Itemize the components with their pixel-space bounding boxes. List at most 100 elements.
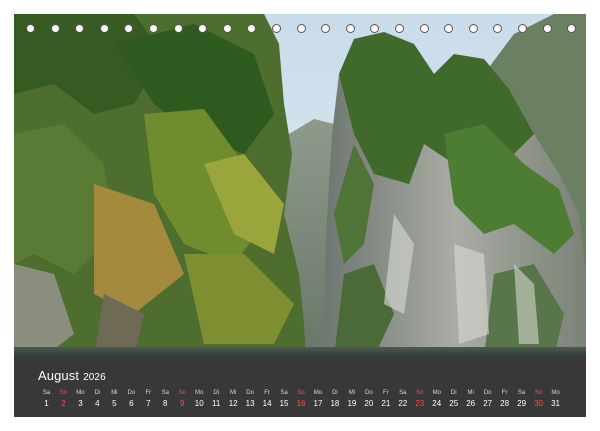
weekday-label: Do: [483, 390, 492, 396]
day-number: 13: [245, 399, 255, 408]
binding-ring: [198, 24, 208, 33]
calendar-day: Sa 29: [513, 389, 530, 410]
binding-ring: [75, 24, 85, 33]
day-number: 5: [112, 399, 117, 408]
calendar-day: Mi 26: [462, 389, 479, 410]
calendar-day: Di 4: [89, 389, 106, 410]
weekday-label: Fr: [501, 390, 508, 396]
calendar-day: Do 20: [360, 389, 377, 410]
weekday-label: Mo: [551, 390, 560, 396]
weekday-label: Fr: [145, 390, 152, 396]
day-number: 31: [551, 399, 560, 408]
day-number: 30: [534, 399, 544, 408]
day-number: 10: [194, 399, 204, 408]
weekday-label: Mi: [467, 390, 474, 396]
weekday-label: Di: [213, 390, 219, 396]
day-number: 22: [398, 399, 408, 408]
calendar-day: Mo 3: [72, 389, 89, 410]
weekday-label: Mi: [111, 390, 118, 396]
calendar-day: Mi 5: [106, 389, 123, 410]
binding-ring: [370, 24, 380, 33]
weekday-label: Do: [127, 390, 136, 396]
weekday-label: So: [178, 390, 186, 396]
binding-ring: [468, 24, 478, 33]
weekday-label: So: [59, 390, 68, 396]
weekday-label: Do: [246, 390, 254, 396]
calendar-day: Do 13: [242, 389, 259, 410]
calendar-day: Mo 17: [309, 389, 326, 410]
day-number: 6: [129, 399, 134, 408]
calendar-day: Sa 22: [394, 389, 411, 410]
day-number: 3: [78, 399, 83, 408]
binding-ring: [493, 24, 503, 33]
calendar-day: Mi 12: [225, 389, 242, 410]
binding-ring: [99, 24, 109, 33]
weekday-label: Do: [365, 390, 373, 396]
calendar-day: So 9: [174, 389, 191, 410]
day-number: 27: [483, 399, 493, 408]
calendar-day: Di 11: [208, 389, 225, 410]
binding-ring: [321, 24, 331, 33]
calendar-day: Do 27: [479, 389, 496, 410]
calendar-day: Fr 28: [496, 389, 513, 410]
binding-rings: [0, 24, 600, 40]
calendar-day: So 16: [293, 389, 310, 410]
month-title: August 2026: [38, 368, 106, 383]
binding-ring: [272, 24, 281, 33]
day-number: 29: [517, 399, 527, 408]
calendar-day: Fr 21: [377, 389, 394, 410]
day-number: 25: [449, 399, 459, 408]
day-number: 12: [228, 399, 238, 408]
day-number: 17: [313, 399, 323, 408]
calendar-day: Di 18: [326, 389, 343, 410]
calendar-day: Di 25: [445, 389, 462, 410]
day-number: 16: [296, 399, 306, 408]
weekday-label: So: [534, 390, 543, 396]
weekday-label: Sa: [517, 390, 526, 396]
month-name: August: [38, 368, 80, 383]
binding-ring: [26, 24, 35, 33]
day-number: 24: [432, 399, 442, 408]
day-number: 4: [95, 399, 100, 408]
day-number: 9: [180, 399, 185, 408]
binding-ring: [247, 24, 257, 33]
weekday-label: So: [297, 390, 305, 396]
calendar-day: So 2: [55, 389, 72, 410]
weekday-label: Fr: [264, 390, 270, 396]
binding-ring: [542, 24, 552, 33]
day-row: Sa 1 So 2 Mo 3 Di 4 Mi 5 Do 6 Fr 7 Sa 8 So 9 Mo 10 Di 11 Mi 12 D…: [38, 389, 564, 411]
weekday-label: Mo: [76, 390, 85, 396]
weekday-label: Di: [94, 390, 101, 396]
landscape-photo: [14, 14, 586, 357]
binding-ring: [173, 24, 183, 33]
binding-ring: [444, 24, 454, 33]
weekday-label: Sa: [42, 390, 51, 396]
calendar-day: Sa 8: [157, 389, 174, 410]
weekday-label: Mo: [432, 390, 441, 396]
binding-ring: [567, 24, 577, 33]
day-number: 8: [163, 399, 168, 408]
year-label: 2026: [83, 372, 106, 383]
weekday-label: Mi: [229, 390, 237, 396]
day-number: 21: [381, 399, 391, 408]
binding-ring: [50, 24, 60, 33]
calendar-day: Mo 10: [191, 389, 208, 410]
day-number: 19: [347, 399, 357, 408]
binding-ring: [124, 24, 134, 33]
binding-ring: [345, 24, 355, 33]
day-number: 26: [466, 399, 476, 408]
weekday-label: Mi: [348, 390, 356, 396]
binding-ring: [518, 24, 527, 33]
day-number: 23: [415, 399, 425, 408]
calendar-strip: August 2026 Sa 1 So 2 Mo 3 Di 4 Mi 5 Do 6 Fr 7 Sa 8 So 9 Mo…: [14, 358, 586, 417]
day-number: 20: [364, 399, 374, 408]
binding-ring: [395, 24, 404, 33]
calendar-day: Mo 24: [428, 389, 445, 410]
weekday-label: Di: [450, 390, 457, 396]
day-number: 14: [262, 399, 272, 408]
calendar-day: So 30: [530, 389, 547, 410]
weekday-label: So: [416, 390, 424, 396]
calendar-day: Sa 15: [276, 389, 293, 410]
day-number: 28: [500, 399, 510, 408]
weekday-label: Sa: [399, 390, 407, 396]
